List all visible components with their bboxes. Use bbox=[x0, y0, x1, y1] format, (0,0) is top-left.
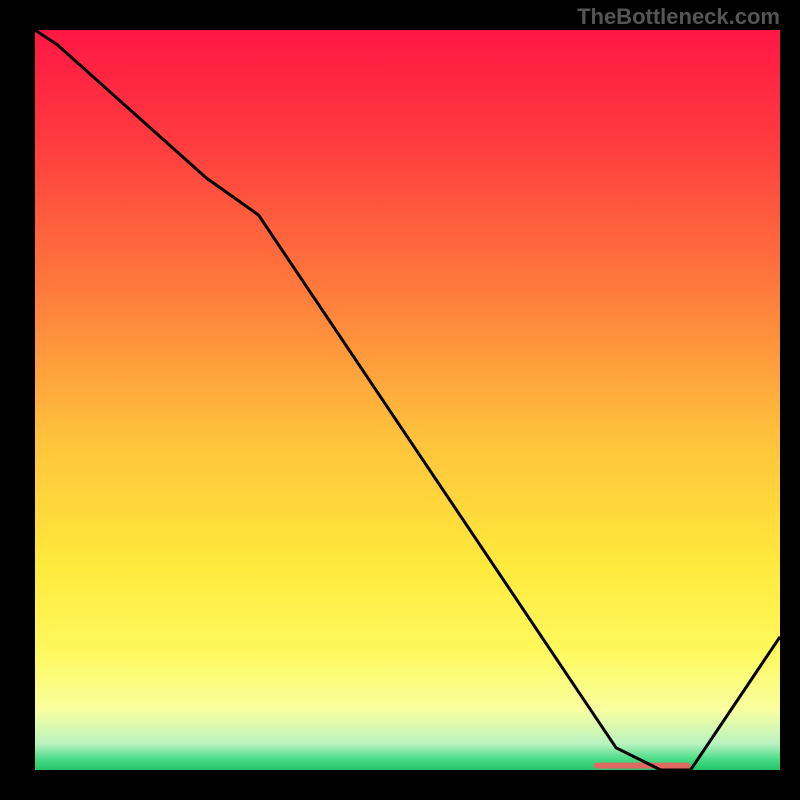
watermark-label: TheBottleneck.com bbox=[577, 4, 780, 30]
gradient-plot-area bbox=[35, 30, 780, 770]
chart-root: TheBottleneck.com bbox=[0, 0, 800, 800]
bottleneck-chart bbox=[0, 0, 800, 800]
optimal-range-marker bbox=[594, 763, 691, 769]
